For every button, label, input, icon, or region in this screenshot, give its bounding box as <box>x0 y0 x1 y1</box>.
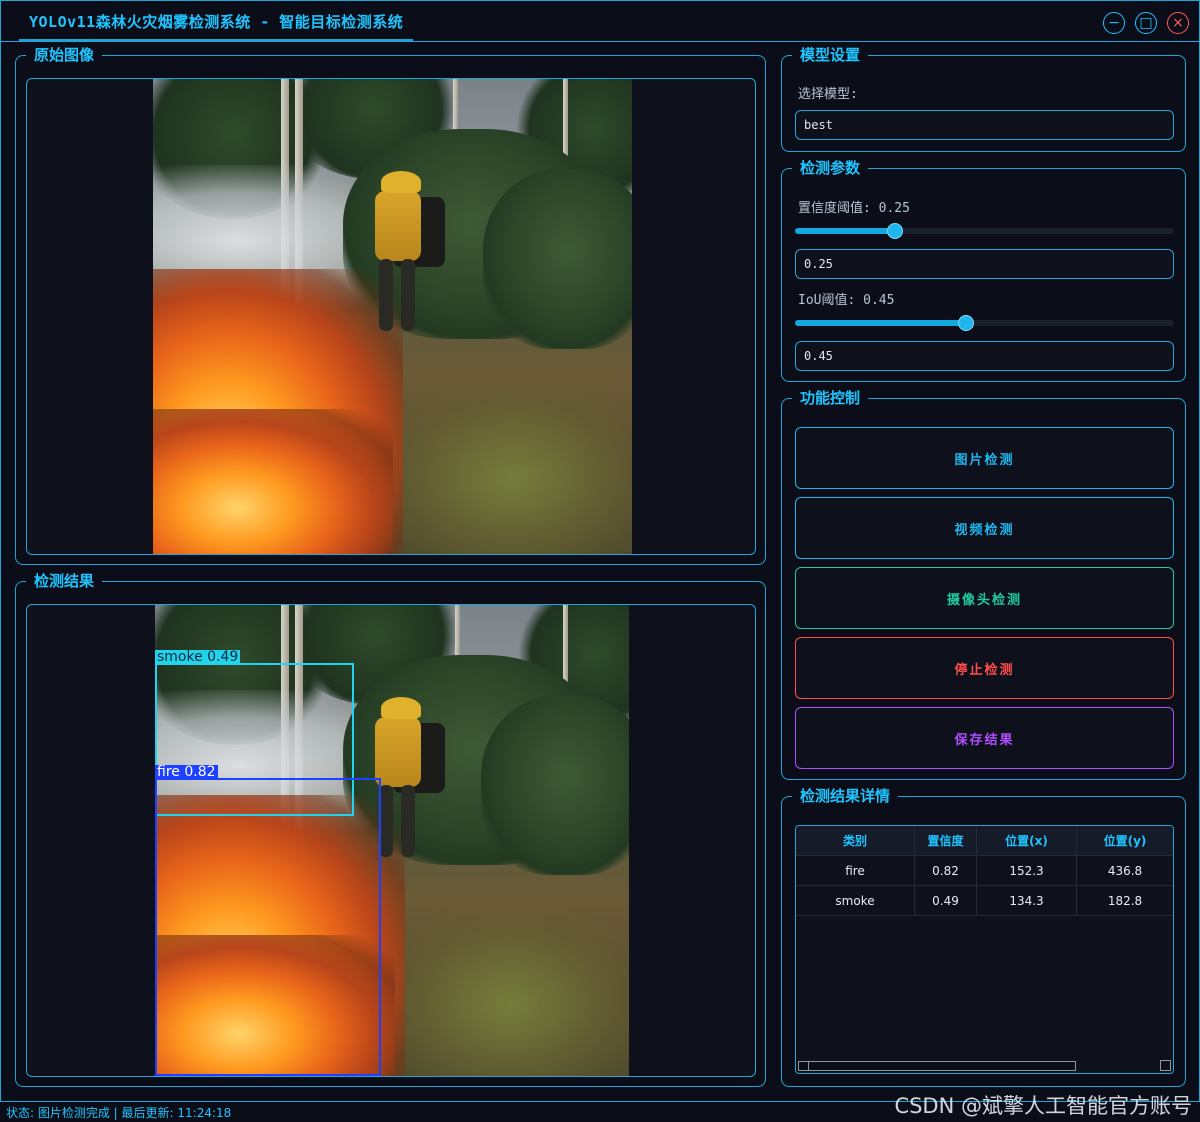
table-cell: 436.8 <box>1107 863 1143 878</box>
results-detail-title: 检测结果详情 <box>792 787 899 805</box>
image-detect-button[interactable]: 图片检测 <box>795 427 1174 489</box>
column-header[interactable]: 置信度 <box>915 826 977 855</box>
table-cell: 152.3 <box>977 856 1077 885</box>
scroll-corner <box>1160 1060 1171 1071</box>
iou-label: IoU阈值: 0.45 <box>798 293 895 308</box>
model-select-label: 选择模型: <box>798 87 858 102</box>
detect-params-title: 检测参数 <box>792 159 869 177</box>
minimize-icon: − <box>1108 15 1120 31</box>
save-result-button[interactable]: 保存结果 <box>795 707 1174 769</box>
video-detect-button[interactable]: 视频检测 <box>795 497 1174 559</box>
watermark-text: CSDN @斌擎人工智能官方账号 <box>894 1094 1192 1118</box>
maximize-icon: □ <box>1139 15 1153 31</box>
table-row[interactable]: smoke 0.49 134.3 182.8 <box>796 886 1173 916</box>
camera-detect-button[interactable]: 摄像头检测 <box>795 567 1174 629</box>
confidence-slider-handle[interactable] <box>887 223 903 239</box>
table-cell: 182.8 <box>1107 893 1143 908</box>
iou-input[interactable]: 0.45 <box>795 341 1174 371</box>
original-image-group: 原始图像 <box>15 46 766 565</box>
original-image-title: 原始图像 <box>26 46 103 64</box>
iou-slider[interactable] <box>795 315 1174 331</box>
result-image: smoke 0.49 fire 0.82 <box>155 605 629 1076</box>
results-table: 类别 置信度 位置(x) 位置(y) fire 0.82 152.3 436.8… <box>795 825 1174 1074</box>
close-button[interactable]: × <box>1167 12 1189 34</box>
column-header[interactable]: 位置(x) <box>977 826 1077 855</box>
original-image <box>153 79 632 554</box>
scrollbar-knob[interactable] <box>799 1062 809 1070</box>
detect-params-group: 检测参数 置信度阈值: 0.25 0.25 IoU阈值: 0.45 0.45 <box>781 159 1186 382</box>
function-control-title: 功能控制 <box>792 389 869 407</box>
status-text: 状态: 图片检测完成 | 最后更新: 11:24:18 <box>6 1105 232 1120</box>
fire-bounding-box <box>155 778 381 1076</box>
minimize-button[interactable]: − <box>1103 12 1125 34</box>
results-detail-group: 检测结果详情 类别 置信度 位置(x) 位置(y) fire 0.82 152.… <box>781 787 1186 1087</box>
column-header[interactable]: 类别 <box>796 826 915 855</box>
result-image-frame: smoke 0.49 fire 0.82 <box>26 604 756 1077</box>
fire-box-label: fire 0.82 <box>155 764 218 780</box>
table-cell: 134.3 <box>977 886 1077 915</box>
table-cell: 0.82 <box>915 856 977 885</box>
table-cell: 0.49 <box>915 886 977 915</box>
detection-result-title: 检测结果 <box>26 572 103 590</box>
close-icon: × <box>1172 15 1184 31</box>
window-title: YOLOv11森林火灾烟雾检测系统 - 智能目标检测系统 <box>29 12 404 31</box>
table-header: 类别 置信度 位置(x) 位置(y) <box>796 826 1173 856</box>
title-divider <box>1 41 1199 42</box>
model-settings-title: 模型设置 <box>792 46 869 64</box>
table-row[interactable]: fire 0.82 152.3 436.8 <box>796 856 1173 886</box>
table-cell: smoke <box>796 886 915 915</box>
title-bar: YOLOv11森林火灾烟雾检测系统 - 智能目标检测系统 − □ × <box>1 1 1199 43</box>
main-window: YOLOv11森林火灾烟雾检测系统 - 智能目标检测系统 − □ × 原始图像 <box>0 0 1200 1102</box>
smoke-box-label: smoke 0.49 <box>155 649 241 665</box>
confidence-slider[interactable] <box>795 223 1174 239</box>
stop-detect-button[interactable]: 停止检测 <box>795 637 1174 699</box>
model-settings-group: 模型设置 选择模型: best <box>781 46 1186 152</box>
column-header[interactable]: 位置(y) <box>1077 826 1173 855</box>
title-tab: YOLOv11森林火灾烟雾检测系统 - 智能目标检测系统 <box>19 3 414 41</box>
maximize-button[interactable]: □ <box>1135 12 1157 34</box>
confidence-label: 置信度阈值: 0.25 <box>798 201 910 216</box>
detection-result-group: 检测结果 smoke 0.49 fire 0.82 <box>15 572 766 1087</box>
model-select[interactable]: best <box>795 110 1174 140</box>
function-control-group: 功能控制 图片检测 视频检测 摄像头检测 停止检测 保存结果 <box>781 389 1186 780</box>
iou-slider-fill <box>795 320 966 326</box>
horizontal-scrollbar[interactable] <box>798 1061 1076 1071</box>
confidence-input[interactable]: 0.25 <box>795 249 1174 279</box>
table-cell: fire <box>796 856 915 885</box>
original-image-frame <box>26 78 756 555</box>
confidence-slider-fill <box>795 228 895 234</box>
iou-slider-handle[interactable] <box>958 315 974 331</box>
